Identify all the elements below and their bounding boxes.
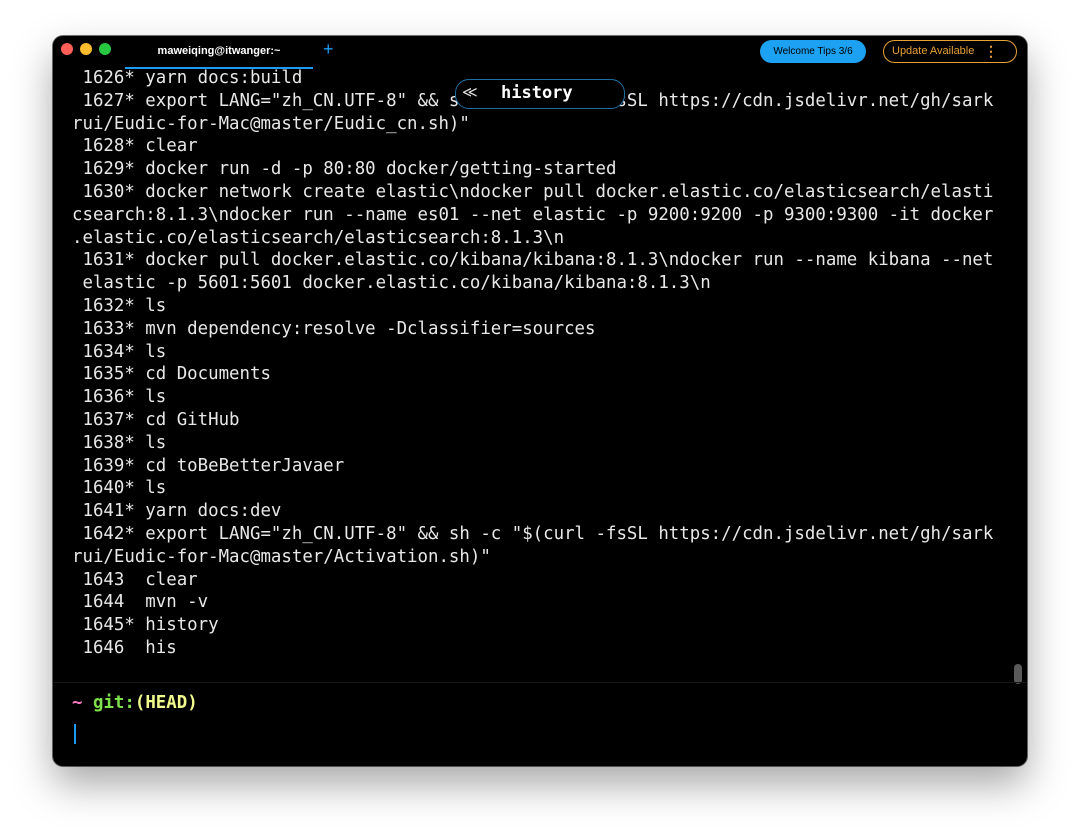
terminal-line: 1635* cd Documents <box>72 364 271 385</box>
terminal-window: maweiqing@itwanger:~ + Welcome Tips 3/6 … <box>53 36 1027 766</box>
terminal-line: 1640* ls <box>72 478 167 499</box>
terminal-line: 1631* docker pull docker.elastic.co/kiba… <box>72 250 994 271</box>
terminal-line: .elastic.co/elasticsearch/elasticsearch:… <box>72 227 565 248</box>
terminal-line: 1637* cd GitHub <box>72 409 240 430</box>
prompt-git-label: git: <box>92 693 135 713</box>
zoom-window-button[interactable] <box>99 43 111 55</box>
minimize-window-button[interactable] <box>80 43 92 55</box>
terminal-output[interactable]: 1626* yarn docs:build 1627* export LANG=… <box>72 67 1002 660</box>
terminal-line: 1645* history <box>72 615 219 636</box>
terminal-line: 1633* mvn dependency:resolve -Dclassifie… <box>72 318 596 339</box>
terminal-line: 1638* ls <box>72 432 167 453</box>
terminal-line: 1634* ls <box>72 341 167 362</box>
title-bar: maweiqing@itwanger:~ + Welcome Tips 3/6 … <box>53 36 1027 69</box>
history-search-box[interactable]: ≪ history <box>455 79 625 109</box>
terminal-line: 1642* export LANG="zh_CN.UTF-8" && sh -c… <box>72 523 994 544</box>
terminal-line: 1630* docker network create elastic\ndoc… <box>72 181 994 202</box>
scrollbar-thumb[interactable] <box>1014 664 1022 684</box>
shell-prompt: ~ git:(HEAD) <box>72 692 198 714</box>
tab-terminal-session[interactable]: maweiqing@itwanger:~ <box>125 42 313 69</box>
new-tab-plus-icon[interactable]: + <box>323 39 334 59</box>
terminal-line: 1639* cd toBeBetterJavaer <box>72 455 345 476</box>
terminal-line: 1641* yarn docs:dev <box>72 501 282 522</box>
update-available-button[interactable]: Update Available ⋮ <box>883 40 1017 63</box>
prompt-branch: (HEAD) <box>134 693 198 713</box>
terminal-line: csearch:8.1.3\ndocker run --name es01 --… <box>72 204 994 225</box>
terminal-line: 1643 clear <box>72 569 198 590</box>
divider <box>53 682 1027 683</box>
search-query-text[interactable]: history <box>501 83 573 103</box>
close-window-button[interactable] <box>61 43 73 55</box>
terminal-line: rui/Eudic-for-Mac@master/Eudic_cn.sh)" <box>72 113 470 134</box>
terminal-line: 1628* clear <box>72 136 198 157</box>
prompt-home-tilde: ~ <box>72 693 83 713</box>
welcome-tips-button[interactable]: Welcome Tips 3/6 <box>760 40 866 63</box>
terminal-line: rui/Eudic-for-Mac@master/Activation.sh)" <box>72 546 491 567</box>
more-options-icon[interactable]: ⋮ <box>984 41 998 61</box>
terminal-line: 1646 his <box>72 637 177 658</box>
terminal-line: 1636* ls <box>72 387 167 408</box>
update-available-label: Update Available <box>892 45 975 57</box>
terminal-line: 1629* docker run -d -p 80:80 docker/gett… <box>72 159 617 180</box>
collapse-chevron-icon[interactable]: ≪ <box>462 83 478 103</box>
terminal-line: elastic -p 5601:5601 docker.elastic.co/k… <box>72 273 711 294</box>
text-cursor[interactable] <box>74 724 76 744</box>
terminal-line: 1644 mvn -v <box>72 592 209 613</box>
terminal-line: 1632* ls <box>72 295 167 316</box>
